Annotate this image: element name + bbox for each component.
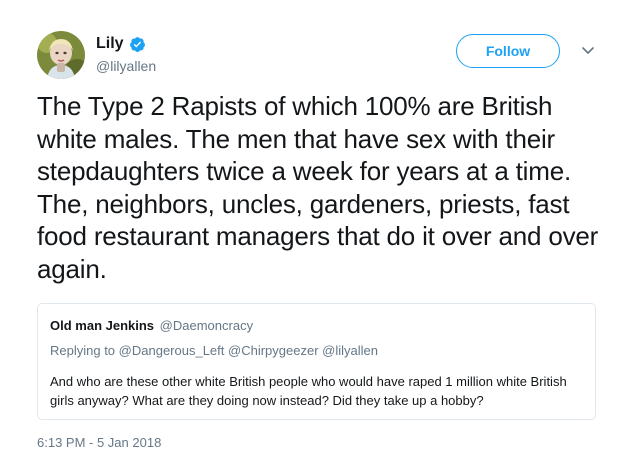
quoted-tweet[interactable]: Old man Jenkins @Daemoncracy Replying to…: [37, 303, 596, 420]
replying-to-label: Replying to: [50, 343, 116, 358]
replying-to-user: @lilyallen: [322, 343, 378, 358]
quoted-author-name: Old man Jenkins: [50, 318, 155, 333]
author-display-name[interactable]: Lily: [96, 33, 124, 55]
tweet-text: The Type 2 Rapists of which 100% are Bri…: [37, 91, 599, 284]
replying-to-user: @Chirpygeezer: [228, 343, 319, 358]
quoted-tweet-text: And who are these other white British pe…: [50, 374, 567, 408]
tweet-card: Lily @lilyallen Follow The Type 2 Rapist…: [0, 0, 636, 465]
follow-button[interactable]: Follow: [456, 34, 560, 68]
author-name-row: Lily: [96, 33, 146, 55]
verified-badge-icon: [129, 36, 146, 53]
author-handle[interactable]: @lilyallen: [96, 56, 156, 76]
replying-to-user: @Dangerous_Left: [118, 343, 225, 358]
avatar[interactable]: [37, 31, 85, 79]
replying-to-line: Replying to @Dangerous_Left @Chirpygeeze…: [50, 342, 378, 360]
quoted-tweet-header: Old man Jenkins @Daemoncracy: [50, 317, 253, 335]
chevron-down-icon[interactable]: [580, 44, 596, 58]
quoted-author-handle: @Daemoncracy: [159, 318, 254, 333]
tweet-timestamp[interactable]: 6:13 PM - 5 Jan 2018: [37, 434, 161, 452]
